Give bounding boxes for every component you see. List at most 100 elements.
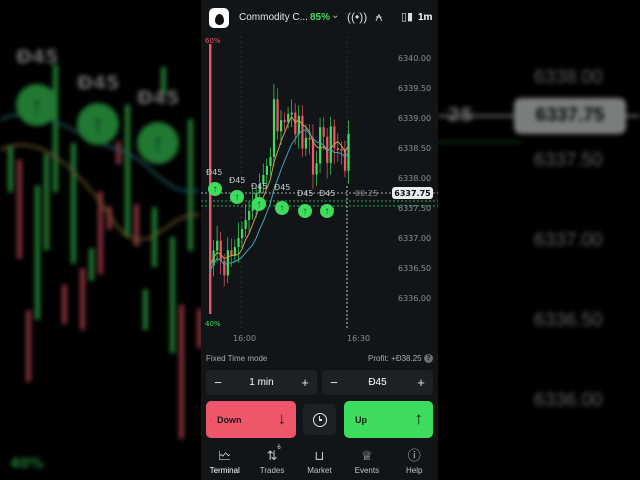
y-axis-label: 6336.00 <box>398 294 432 303</box>
amount-increase-button[interactable]: + <box>409 375 433 390</box>
candle-body <box>265 166 268 175</box>
bag-icon: ⊔ <box>314 448 325 463</box>
backdrop-candle <box>17 159 22 259</box>
backdrop-trade-amount: 25 <box>447 104 474 126</box>
current-price-tag: 6337.75 <box>392 187 433 199</box>
candle-body <box>336 148 339 151</box>
duration-increase-button[interactable]: + <box>293 375 317 390</box>
trade-up-marker-icon[interactable]: ↑ <box>230 190 244 204</box>
candle-body <box>304 137 308 149</box>
trades-count-badge: 6 <box>277 445 281 451</box>
duration-decrease-button[interactable]: − <box>206 375 230 390</box>
y-axis-label: 6336.50 <box>398 264 432 273</box>
trade-amount-label: Đ45 <box>297 189 314 198</box>
trade-up-marker-icon[interactable]: ↑ <box>252 197 266 211</box>
help-icon: ⓘ <box>407 448 421 463</box>
up-button[interactable]: Up ↑ <box>344 401 433 438</box>
profit-label: Profit: +Đ38.25 <box>368 354 422 363</box>
arrow-down-icon: ↓ <box>277 409 287 428</box>
nav-label: Terminal <box>209 466 240 475</box>
backdrop-axis-label: 6337.00 <box>534 230 603 251</box>
nav-events[interactable]: ♕ Events <box>343 444 390 480</box>
pending-trade-button[interactable] <box>303 404 336 435</box>
candle-body <box>322 127 325 137</box>
candle-body <box>294 112 297 135</box>
candle-body <box>216 240 219 251</box>
bottom-navigation: 🗠 Terminal ⇅ 6 Trades ⊔ Market ♕ Events … <box>201 444 438 480</box>
x-axis-label: 16:00 <box>233 334 257 343</box>
backdrop-candle <box>26 310 31 382</box>
backdrop-trade-amount: Đ45 <box>16 46 59 68</box>
chevron-down-icon[interactable]: ⌄ <box>331 10 339 21</box>
candle-body <box>343 149 347 171</box>
down-button-label: Down <box>217 415 242 425</box>
backdrop-candle <box>53 64 58 193</box>
nav-label: Events <box>354 466 380 475</box>
candle-body <box>308 137 311 140</box>
candle-body <box>340 148 343 151</box>
amount-value[interactable]: Đ45 <box>346 377 409 388</box>
y-axis-label: 6338.00 <box>398 174 432 183</box>
backdrop-candle <box>179 304 184 439</box>
asset-selector[interactable]: Commodity C... <box>239 12 308 23</box>
trade-up-marker-icon[interactable]: ↑ <box>320 204 334 218</box>
candle-body <box>315 163 318 175</box>
profit-value: +Đ38.25 <box>391 354 422 363</box>
nav-market[interactable]: ⊔ Market <box>296 444 343 480</box>
top-bar: Commodity C... 85% ⌄ ((•)) ⍲ ▯▮ 1m <box>201 0 438 36</box>
backdrop-candle <box>80 268 85 330</box>
sentiment-top-label: 60% <box>205 37 221 45</box>
candle-body <box>297 115 300 135</box>
price-chart[interactable]: 60% 40% 6340.00 6339.50 6339.00 6338.50 … <box>201 36 438 350</box>
candle-body <box>290 112 293 115</box>
trade-up-marker-icon[interactable]: ↑ <box>208 182 222 196</box>
trade-amount-label: Đ45 <box>229 176 246 185</box>
backdrop-axis-label: 6336.00 <box>534 390 603 411</box>
y-axis-label: 6337.00 <box>398 234 432 243</box>
candle-body <box>329 126 332 163</box>
backdrop-candle <box>62 284 67 325</box>
trades-icon: ⇅ <box>266 448 278 463</box>
asset-logo-icon[interactable] <box>209 8 229 28</box>
profit-help-icon[interactable]: ? <box>424 354 433 363</box>
backdrop-candle <box>170 236 175 353</box>
candle-body <box>319 127 322 164</box>
trade-up-marker-icon[interactable]: ↑ <box>298 204 312 218</box>
candle-body <box>248 211 251 220</box>
sentiment-bottom-label: 40% <box>205 320 221 328</box>
chart-type-icon[interactable]: ▯▮ <box>401 10 413 23</box>
duration-stepper: − 1 min + <box>206 370 317 395</box>
backdrop-sentiment-label: 40% <box>10 456 44 472</box>
backdrop-candle <box>44 154 49 251</box>
nav-label: Market <box>307 466 332 475</box>
backdrop-price-tag: 6337.75 <box>514 98 626 134</box>
candle-body <box>280 120 283 132</box>
candle-body <box>269 157 272 166</box>
backdrop-up-marker-icon: ↑ <box>77 103 119 145</box>
duration-value[interactable]: 1 min <box>230 377 293 388</box>
nav-terminal[interactable]: 🗠 Terminal <box>201 444 248 480</box>
backdrop-trade-amount: Đ45 <box>77 72 120 94</box>
signal-icon[interactable]: ((•)) <box>347 10 367 24</box>
y-axis-label: 6338.50 <box>398 144 432 153</box>
nav-trades[interactable]: ⇅ 6 Trades <box>248 444 295 480</box>
trade-mode-label[interactable]: Fixed Time mode <box>206 354 267 363</box>
y-axis-label: 6339.00 <box>398 114 432 123</box>
trade-up-marker-icon[interactable]: ↑ <box>275 201 289 215</box>
backdrop-trade-amount: Đ45 <box>137 87 180 109</box>
drawing-tools-icon[interactable]: ⍲ <box>375 9 383 25</box>
expiry-countdown: 00:25 <box>355 189 379 198</box>
down-button[interactable]: Down ↓ <box>206 401 296 438</box>
nav-help[interactable]: ⓘ Help <box>391 444 438 480</box>
backdrop-axis-label: 6338.00 <box>534 67 603 88</box>
backdrop-candle <box>8 146 13 193</box>
trade-amount-label: Đ45 <box>319 189 336 198</box>
trade-amount-label: Đ45 <box>274 183 291 192</box>
amount-decrease-button[interactable]: − <box>322 375 346 390</box>
candle-body <box>287 114 290 123</box>
backdrop-candle <box>188 119 193 252</box>
backdrop-up-marker-icon: ↑ <box>137 122 179 164</box>
candle-body <box>237 238 240 247</box>
timeframe-selector[interactable]: 1m <box>418 12 432 23</box>
candle-body <box>347 133 350 171</box>
